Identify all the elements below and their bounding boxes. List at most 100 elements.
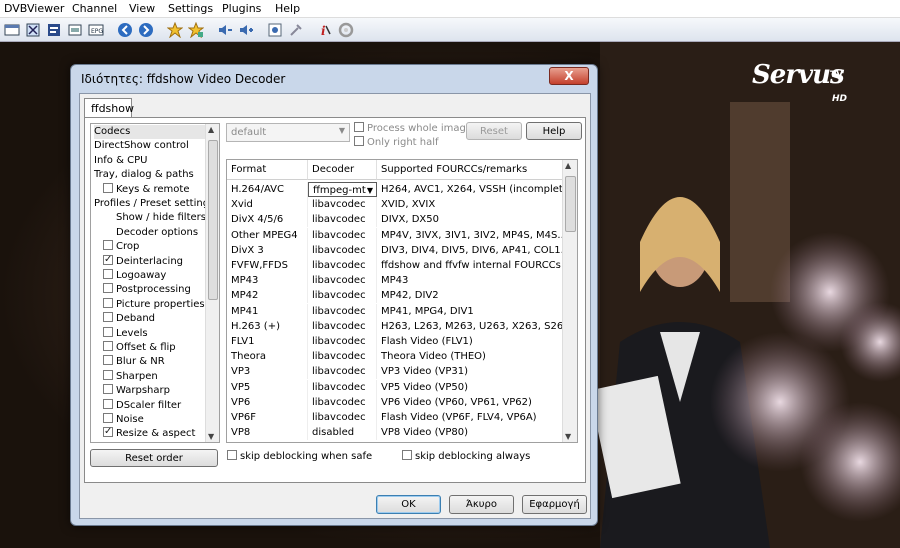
process-whole-image-checkbox[interactable]: Process whole image: [354, 122, 472, 134]
checkbox-unchecked[interactable]: [103, 398, 113, 409]
checkbox-unchecked[interactable]: [103, 283, 113, 294]
checkbox-unchecked[interactable]: [103, 384, 113, 395]
table-scrollbar[interactable]: ▲ ▼: [562, 160, 577, 442]
skip-deblocking-always-checkbox[interactable]: skip deblocking always: [402, 450, 530, 462]
checkbox-unchecked[interactable]: [103, 355, 113, 366]
menu-channel[interactable]: Channel: [72, 2, 117, 15]
table-row[interactable]: VP8 disabled VP8 Video (VP80): [227, 425, 564, 441]
tree-item[interactable]: Tray, dialog & paths: [94, 168, 194, 182]
fullscreen-icon[interactable]: [24, 21, 42, 39]
tree-item[interactable]: Resize & aspect: [103, 425, 195, 441]
checkbox-checked[interactable]: [103, 253, 113, 267]
favorite-icon[interactable]: [166, 21, 184, 39]
table-row[interactable]: Theora libavcodec Theora Video (THEO): [227, 349, 564, 365]
menu-help[interactable]: Help: [275, 2, 300, 15]
table-row[interactable]: VP3 libavcodec VP3 Video (VP31): [227, 364, 564, 380]
tree-item[interactable]: Codecs: [94, 125, 208, 139]
scroll-down-icon[interactable]: ▼: [208, 432, 214, 441]
forward-icon[interactable]: [137, 21, 155, 39]
scroll-up-icon[interactable]: ▲: [208, 125, 214, 134]
table-row[interactable]: VP5 libavcodec VP5 Video (VP50): [227, 379, 564, 395]
chevron-down-icon[interactable]: ▼: [367, 183, 373, 196]
tree-item[interactable]: DScaler filter: [103, 398, 181, 413]
scroll-down-icon[interactable]: ▼: [565, 432, 571, 441]
record-icon[interactable]: [266, 21, 284, 39]
volume-down-icon[interactable]: [216, 21, 234, 39]
checkbox-unchecked[interactable]: [103, 182, 113, 193]
table-row[interactable]: MP41 libavcodec MP41, MPG4, DIV1: [227, 303, 564, 319]
epg-icon[interactable]: EPG: [87, 21, 105, 39]
tree-item[interactable]: Info & CPU: [94, 154, 147, 168]
table-row[interactable]: FLV1 libavcodec Flash Video (FLV1): [227, 334, 564, 349]
help-button[interactable]: Help: [526, 122, 582, 140]
table-row[interactable]: Xvid libavcodec XVID, XVIX: [227, 197, 564, 213]
reset-button[interactable]: Reset: [466, 122, 522, 140]
column-header-format[interactable]: Format: [227, 160, 308, 180]
checkbox-unchecked[interactable]: [103, 312, 113, 323]
volume-up-icon[interactable]: [237, 21, 255, 39]
skip-deblocking-safe-checkbox[interactable]: skip deblocking when safe: [227, 450, 372, 462]
table-row[interactable]: VP6F libavcodec Flash Video (VP6F, FLV4, V…: [227, 410, 564, 425]
menu-settings[interactable]: Settings: [168, 2, 213, 15]
cancel-button[interactable]: Άκυρο: [449, 495, 514, 514]
tree-item[interactable]: Sharpen: [103, 369, 158, 384]
close-button[interactable]: X: [549, 67, 589, 85]
checkbox-unchecked[interactable]: [103, 413, 113, 423]
table-scroll-thumb[interactable]: [565, 176, 576, 232]
column-header-fourccs[interactable]: Supported FOURCCs/remarks: [377, 160, 564, 180]
menu-dvbviewer[interactable]: DVBViewer: [4, 2, 64, 15]
tree-item[interactable]: Profiles / Preset settings: [94, 197, 214, 211]
column-header-decoder[interactable]: Decoder: [308, 160, 377, 180]
apply-button[interactable]: Εφαρμογή: [522, 495, 587, 514]
tree-scrollbar[interactable]: ▲ ▼: [205, 124, 219, 442]
preset-select[interactable]: default ▼: [226, 123, 350, 142]
favorites-icon[interactable]: [187, 21, 205, 39]
teletext-icon[interactable]: [45, 21, 63, 39]
table-row[interactable]: H.264/AVC ffmpeg-mt ▼ H264, AVC1, X264, VSS…: [227, 182, 564, 197]
reset-order-button[interactable]: Reset order: [90, 449, 218, 467]
table-row[interactable]: DivX 3 libavcodec DIV3, DIV4, DIV5, DIV6, …: [227, 242, 564, 258]
table-row[interactable]: VP6 libavcodec VP6 Video (VP60, VP61, VP62…: [227, 394, 564, 410]
tree-item[interactable]: Borders: [136, 442, 175, 443]
info-icon[interactable]: i: [316, 21, 334, 39]
refresh-icon[interactable]: [337, 21, 355, 39]
tree-item[interactable]: DirectShow control: [94, 139, 189, 153]
scroll-up-icon[interactable]: ▲: [565, 161, 571, 170]
tree-item[interactable]: Offset & flip: [103, 341, 176, 355]
tree-item[interactable]: Keys & remote: [103, 182, 189, 197]
menu-plugins[interactable]: Plugins: [222, 2, 261, 15]
menu-view[interactable]: View: [129, 2, 155, 15]
tree-item[interactable]: Show / hide filters: [116, 211, 206, 225]
tree-item[interactable]: Warpsharp: [103, 384, 170, 398]
tree-item[interactable]: Picture properties: [103, 297, 205, 312]
tree-item[interactable]: Decoder options: [116, 226, 198, 240]
table-row[interactable]: Other MPEG4 libavcodec MP4V, 3IVX, 3IV1, 3…: [227, 227, 564, 243]
tree-item[interactable]: Deband: [103, 312, 155, 326]
checkbox-unchecked[interactable]: [103, 326, 113, 337]
table-row[interactable]: FVFW,FFDS libavcodec ffdshow and ffvfw int…: [227, 258, 564, 273]
back-icon[interactable]: [116, 21, 134, 39]
tools-icon[interactable]: [287, 21, 305, 39]
tree-item[interactable]: Levels: [103, 326, 148, 341]
tree-item[interactable]: Blur & NR: [103, 355, 165, 369]
only-right-half-checkbox[interactable]: Only right half: [354, 136, 439, 148]
tree-item[interactable]: Logoaway: [103, 269, 166, 283]
settings-tree[interactable]: Codecs DirectShow control Info & CPU Tray, …: [90, 123, 220, 443]
decoder-cell[interactable]: ffmpeg-mt ▼: [308, 182, 377, 197]
table-row[interactable]: DivX 4/5/6 libavcodec DIVX, DX50: [227, 212, 564, 228]
checkbox-unchecked[interactable]: [103, 269, 113, 279]
tree-item[interactable]: Deinterlacing: [103, 253, 183, 269]
checkbox-unchecked[interactable]: [103, 341, 113, 351]
tree-item[interactable]: Postprocessing: [103, 283, 191, 297]
tab-ffdshow[interactable]: ffdshow: [84, 98, 134, 118]
window-icon[interactable]: [3, 21, 21, 39]
checkbox-unchecked[interactable]: [103, 297, 113, 308]
table-row[interactable]: MP42 libavcodec MP42, DIV2: [227, 288, 564, 304]
checkbox-unchecked[interactable]: [103, 240, 113, 251]
table-row[interactable]: MP43 libavcodec MP43: [227, 273, 564, 289]
osd-icon[interactable]: [66, 21, 84, 39]
ok-button[interactable]: OK: [376, 495, 441, 514]
tree-scroll-thumb[interactable]: [208, 140, 218, 300]
table-row[interactable]: H.263 (+) libavcodec H263, L263, M263, U26…: [227, 318, 564, 334]
checkbox-checked[interactable]: [103, 425, 113, 439]
